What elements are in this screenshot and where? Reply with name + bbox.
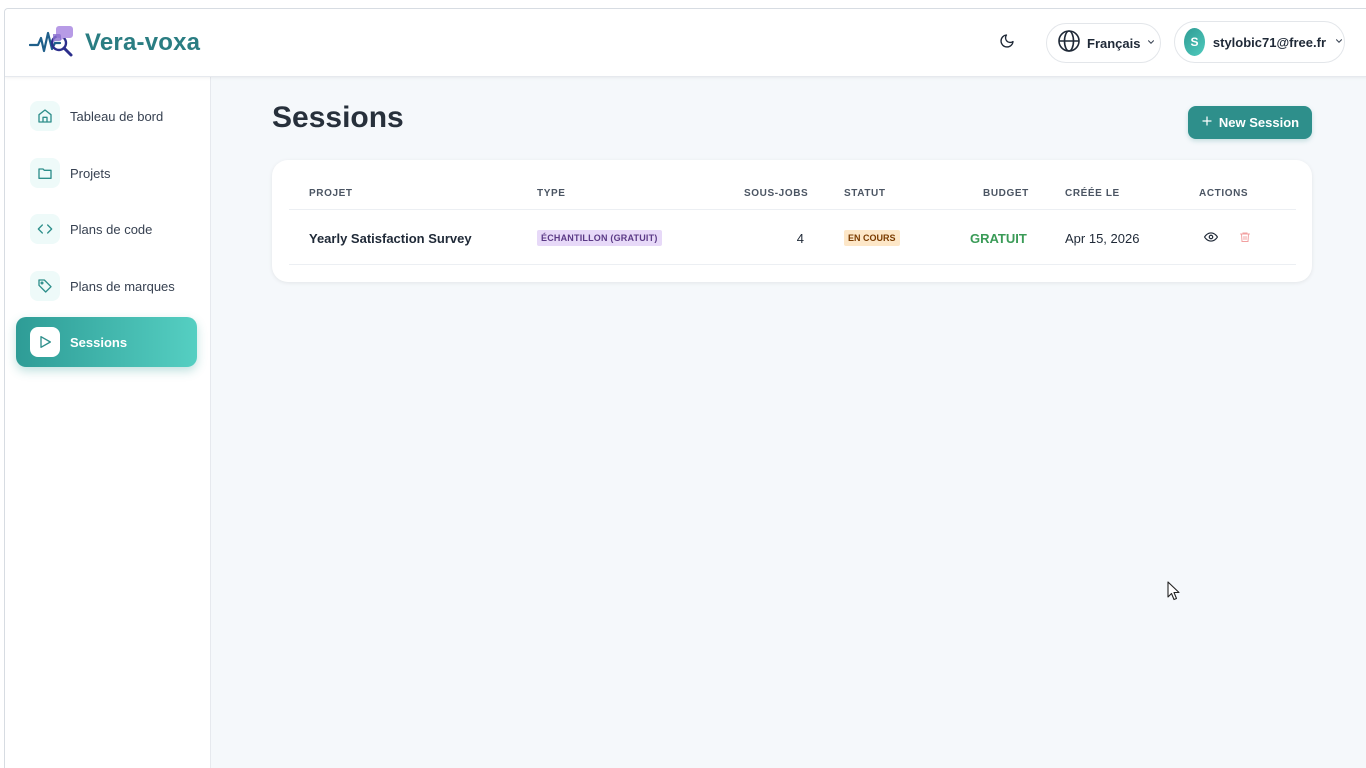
sidebar-item-label: Plans de marques [70,278,175,294]
user-email: stylobic71@free.fr [1212,34,1326,50]
chevron-down-icon [1334,33,1344,51]
type-badge: ÉCHANTILLON (GRATUIT) [537,230,662,246]
app-window: Vera-voxa Français S stylobic71@free.fr … [4,8,1366,768]
app-title: Vera-voxa [85,29,201,56]
page-title: Sessions [272,101,404,134]
tag-icon [30,271,60,301]
moon-icon [999,33,1015,54]
main-content: Sessions New Session PROJET TYPE SOUS-JO… [211,77,1366,768]
sidebar-item-label: Sessions [70,334,128,350]
sidebar: Tableau de bord Projets Plans de code Pl… [5,77,211,768]
delete-button[interactable] [1237,230,1253,246]
theme-toggle-button[interactable] [995,31,1019,55]
budget-value: GRATUIT [970,230,1027,246]
code-icon [30,214,60,244]
eye-icon [1203,230,1219,247]
column-header-status[interactable]: STATUT [844,188,886,199]
folder-icon [30,158,60,188]
column-header-budget[interactable]: BUDGET [983,188,1029,199]
play-icon [30,327,60,357]
chevron-down-icon [1146,34,1156,52]
logo-icon [28,24,75,63]
sidebar-item-code-plans[interactable]: Plans de code [16,204,197,254]
avatar: S [1184,28,1205,56]
top-bar: Vera-voxa Français S stylobic71@free.fr [5,9,1366,77]
trash-icon [1239,231,1251,246]
home-icon [30,101,60,131]
sidebar-item-projects[interactable]: Projets [16,148,197,198]
column-header-project[interactable]: PROJET [309,188,353,199]
table-row[interactable]: Yearly Satisfaction Survey ÉCHANTILLON (… [289,211,1296,265]
brand[interactable]: Vera-voxa [28,23,201,63]
status-badge: EN COURS [844,230,900,246]
language-label: Français [1087,35,1141,51]
column-header-subjobs[interactable]: SOUS-JOBS [744,188,808,199]
sessions-table-card: PROJET TYPE SOUS-JOBS STATUT BUDGET CRÉÉ… [272,160,1312,282]
project-name[interactable]: Yearly Satisfaction Survey [309,231,472,246]
plus-icon [1201,115,1213,130]
subjobs-count: 4 [796,230,804,246]
sidebar-item-dashboard[interactable]: Tableau de bord [16,91,197,141]
view-button[interactable] [1203,230,1219,246]
new-session-label: New Session [1218,115,1300,130]
sidebar-item-label: Projets [70,165,111,181]
created-date: Apr 15, 2026 [1065,230,1140,246]
column-header-type[interactable]: TYPE [537,188,566,199]
sidebar-item-label: Plans de code [70,221,153,237]
table-header: PROJET TYPE SOUS-JOBS STATUT BUDGET CRÉÉ… [289,160,1296,210]
mouse-cursor-icon [1167,581,1181,606]
language-selector[interactable]: Français [1046,23,1161,63]
new-session-button[interactable]: New Session [1188,106,1312,139]
sidebar-item-label: Tableau de bord [70,108,164,124]
globe-icon [1057,29,1081,58]
column-header-actions: ACTIONS [1199,188,1249,199]
sidebar-item-brand-plans[interactable]: Plans de marques [16,261,197,311]
sidebar-item-sessions[interactable]: Sessions [16,317,197,367]
column-header-created[interactable]: CRÉÉE LE [1065,188,1120,199]
user-menu-button[interactable]: S stylobic71@free.fr [1174,21,1345,63]
